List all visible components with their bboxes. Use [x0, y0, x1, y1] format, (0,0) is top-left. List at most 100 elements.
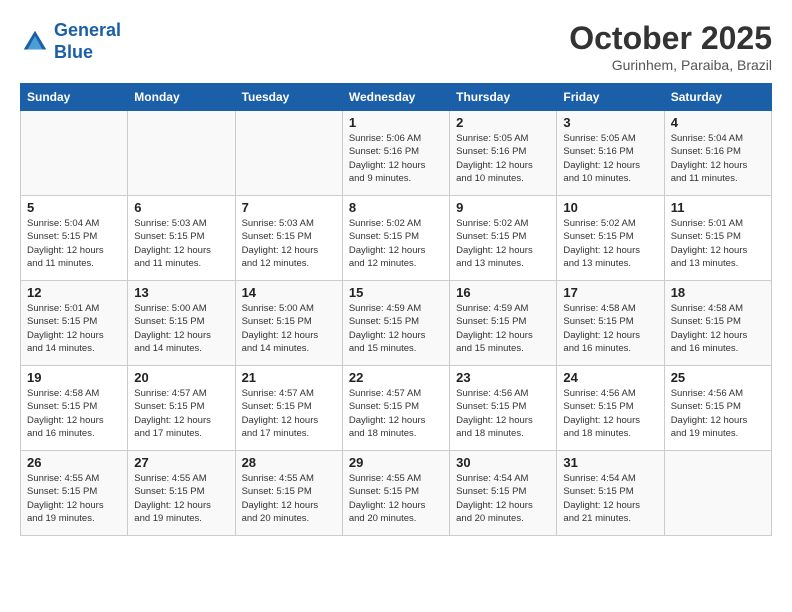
day-number: 18	[671, 285, 765, 300]
calendar-cell	[21, 111, 128, 196]
calendar-cell	[128, 111, 235, 196]
day-info: Sunrise: 4:57 AM Sunset: 5:15 PM Dayligh…	[134, 387, 228, 440]
calendar-cell	[664, 451, 771, 536]
day-info: Sunrise: 5:00 AM Sunset: 5:15 PM Dayligh…	[242, 302, 336, 355]
day-number: 7	[242, 200, 336, 215]
calendar-cell: 26 Sunrise: 4:55 AM Sunset: 5:15 PM Dayli…	[21, 451, 128, 536]
title-area: October 2025 Gurinhem, Paraiba, Brazil	[569, 20, 772, 73]
day-number: 12	[27, 285, 121, 300]
day-number: 28	[242, 455, 336, 470]
day-info: Sunrise: 5:02 AM Sunset: 5:15 PM Dayligh…	[563, 217, 657, 270]
calendar-cell: 22 Sunrise: 4:57 AM Sunset: 5:15 PM Dayli…	[342, 366, 449, 451]
logo-icon	[20, 27, 50, 57]
calendar-cell: 20 Sunrise: 4:57 AM Sunset: 5:15 PM Dayli…	[128, 366, 235, 451]
calendar-cell: 5 Sunrise: 5:04 AM Sunset: 5:15 PM Daylig…	[21, 196, 128, 281]
calendar-cell: 12 Sunrise: 5:01 AM Sunset: 5:15 PM Dayli…	[21, 281, 128, 366]
day-info: Sunrise: 5:02 AM Sunset: 5:15 PM Dayligh…	[349, 217, 443, 270]
calendar-cell: 1 Sunrise: 5:06 AM Sunset: 5:16 PM Daylig…	[342, 111, 449, 196]
calendar-cell: 18 Sunrise: 4:58 AM Sunset: 5:15 PM Dayli…	[664, 281, 771, 366]
day-info: Sunrise: 4:59 AM Sunset: 5:15 PM Dayligh…	[456, 302, 550, 355]
calendar-cell: 29 Sunrise: 4:55 AM Sunset: 5:15 PM Dayli…	[342, 451, 449, 536]
header-cell-sunday: Sunday	[21, 84, 128, 111]
day-number: 14	[242, 285, 336, 300]
header-cell-monday: Monday	[128, 84, 235, 111]
day-info: Sunrise: 4:55 AM Sunset: 5:15 PM Dayligh…	[349, 472, 443, 525]
day-info: Sunrise: 5:02 AM Sunset: 5:15 PM Dayligh…	[456, 217, 550, 270]
day-info: Sunrise: 5:03 AM Sunset: 5:15 PM Dayligh…	[134, 217, 228, 270]
week-row-1: 1 Sunrise: 5:06 AM Sunset: 5:16 PM Daylig…	[21, 111, 772, 196]
day-number: 11	[671, 200, 765, 215]
day-info: Sunrise: 4:57 AM Sunset: 5:15 PM Dayligh…	[349, 387, 443, 440]
day-info: Sunrise: 5:05 AM Sunset: 5:16 PM Dayligh…	[456, 132, 550, 185]
day-number: 4	[671, 115, 765, 130]
day-info: Sunrise: 5:05 AM Sunset: 5:16 PM Dayligh…	[563, 132, 657, 185]
day-info: Sunrise: 4:54 AM Sunset: 5:15 PM Dayligh…	[563, 472, 657, 525]
day-info: Sunrise: 4:55 AM Sunset: 5:15 PM Dayligh…	[134, 472, 228, 525]
day-number: 9	[456, 200, 550, 215]
day-info: Sunrise: 5:06 AM Sunset: 5:16 PM Dayligh…	[349, 132, 443, 185]
day-number: 30	[456, 455, 550, 470]
day-info: Sunrise: 4:55 AM Sunset: 5:15 PM Dayligh…	[242, 472, 336, 525]
day-number: 22	[349, 370, 443, 385]
day-number: 3	[563, 115, 657, 130]
day-info: Sunrise: 4:56 AM Sunset: 5:15 PM Dayligh…	[563, 387, 657, 440]
day-info: Sunrise: 5:03 AM Sunset: 5:15 PM Dayligh…	[242, 217, 336, 270]
day-info: Sunrise: 4:56 AM Sunset: 5:15 PM Dayligh…	[456, 387, 550, 440]
day-number: 31	[563, 455, 657, 470]
logo-line2: Blue	[54, 42, 93, 62]
calendar-cell: 4Sunrise: 5:04 AM Sunset: 5:16 PM Daylig…	[664, 111, 771, 196]
day-info: Sunrise: 4:55 AM Sunset: 5:15 PM Dayligh…	[27, 472, 121, 525]
day-number: 6	[134, 200, 228, 215]
calendar-cell: 6 Sunrise: 5:03 AM Sunset: 5:15 PM Daylig…	[128, 196, 235, 281]
week-row-3: 12 Sunrise: 5:01 AM Sunset: 5:15 PM Dayli…	[21, 281, 772, 366]
calendar-cell: 15Sunrise: 4:59 AM Sunset: 5:15 PM Dayli…	[342, 281, 449, 366]
day-number: 1	[349, 115, 443, 130]
day-number: 24	[563, 370, 657, 385]
week-row-4: 19Sunrise: 4:58 AM Sunset: 5:15 PM Dayli…	[21, 366, 772, 451]
header-cell-saturday: Saturday	[664, 84, 771, 111]
calendar-cell: 14 Sunrise: 5:00 AM Sunset: 5:15 PM Dayli…	[235, 281, 342, 366]
calendar-cell: 7 Sunrise: 5:03 AM Sunset: 5:15 PM Daylig…	[235, 196, 342, 281]
day-info: Sunrise: 5:01 AM Sunset: 5:15 PM Dayligh…	[27, 302, 121, 355]
calendar-cell: 13 Sunrise: 5:00 AM Sunset: 5:15 PM Dayli…	[128, 281, 235, 366]
logo: General Blue	[20, 20, 121, 63]
day-number: 29	[349, 455, 443, 470]
day-number: 10	[563, 200, 657, 215]
day-number: 25	[671, 370, 765, 385]
day-number: 5	[27, 200, 121, 215]
calendar-cell: 23 Sunrise: 4:56 AM Sunset: 5:15 PM Dayli…	[450, 366, 557, 451]
day-number: 21	[242, 370, 336, 385]
day-number: 13	[134, 285, 228, 300]
logo-text: General Blue	[54, 20, 121, 63]
calendar-cell: 28 Sunrise: 4:55 AM Sunset: 5:15 PM Dayli…	[235, 451, 342, 536]
day-number: 2	[456, 115, 550, 130]
calendar-cell: 30 Sunrise: 4:54 AM Sunset: 5:15 PM Dayli…	[450, 451, 557, 536]
calendar-cell: 10 Sunrise: 5:02 AM Sunset: 5:15 PM Dayli…	[557, 196, 664, 281]
calendar-cell: 11Sunrise: 5:01 AM Sunset: 5:15 PM Dayli…	[664, 196, 771, 281]
calendar-cell: 2 Sunrise: 5:05 AM Sunset: 5:16 PM Daylig…	[450, 111, 557, 196]
day-info: Sunrise: 4:54 AM Sunset: 5:15 PM Dayligh…	[456, 472, 550, 525]
day-info: Sunrise: 4:58 AM Sunset: 5:15 PM Dayligh…	[27, 387, 121, 440]
calendar-cell	[235, 111, 342, 196]
week-row-2: 5 Sunrise: 5:04 AM Sunset: 5:15 PM Daylig…	[21, 196, 772, 281]
calendar-cell: 8Sunrise: 5:02 AM Sunset: 5:15 PM Daylig…	[342, 196, 449, 281]
location: Gurinhem, Paraiba, Brazil	[569, 57, 772, 73]
day-info: Sunrise: 5:00 AM Sunset: 5:15 PM Dayligh…	[134, 302, 228, 355]
day-info: Sunrise: 5:04 AM Sunset: 5:15 PM Dayligh…	[27, 217, 121, 270]
day-number: 20	[134, 370, 228, 385]
day-info: Sunrise: 4:56 AM Sunset: 5:15 PM Dayligh…	[671, 387, 765, 440]
day-info: Sunrise: 4:58 AM Sunset: 5:15 PM Dayligh…	[563, 302, 657, 355]
page-header: General Blue October 2025 Gurinhem, Para…	[20, 20, 772, 73]
day-number: 16	[456, 285, 550, 300]
day-number: 26	[27, 455, 121, 470]
calendar-table: SundayMondayTuesdayWednesdayThursdayFrid…	[20, 83, 772, 536]
week-row-5: 26 Sunrise: 4:55 AM Sunset: 5:15 PM Dayli…	[21, 451, 772, 536]
calendar-cell: 25 Sunrise: 4:56 AM Sunset: 5:15 PM Dayli…	[664, 366, 771, 451]
header-cell-tuesday: Tuesday	[235, 84, 342, 111]
calendar-cell: 17Sunrise: 4:58 AM Sunset: 5:15 PM Dayli…	[557, 281, 664, 366]
day-info: Sunrise: 4:58 AM Sunset: 5:15 PM Dayligh…	[671, 302, 765, 355]
calendar-cell: 3 Sunrise: 5:05 AM Sunset: 5:16 PM Daylig…	[557, 111, 664, 196]
logo-line1: General	[54, 20, 121, 40]
day-number: 27	[134, 455, 228, 470]
day-number: 23	[456, 370, 550, 385]
